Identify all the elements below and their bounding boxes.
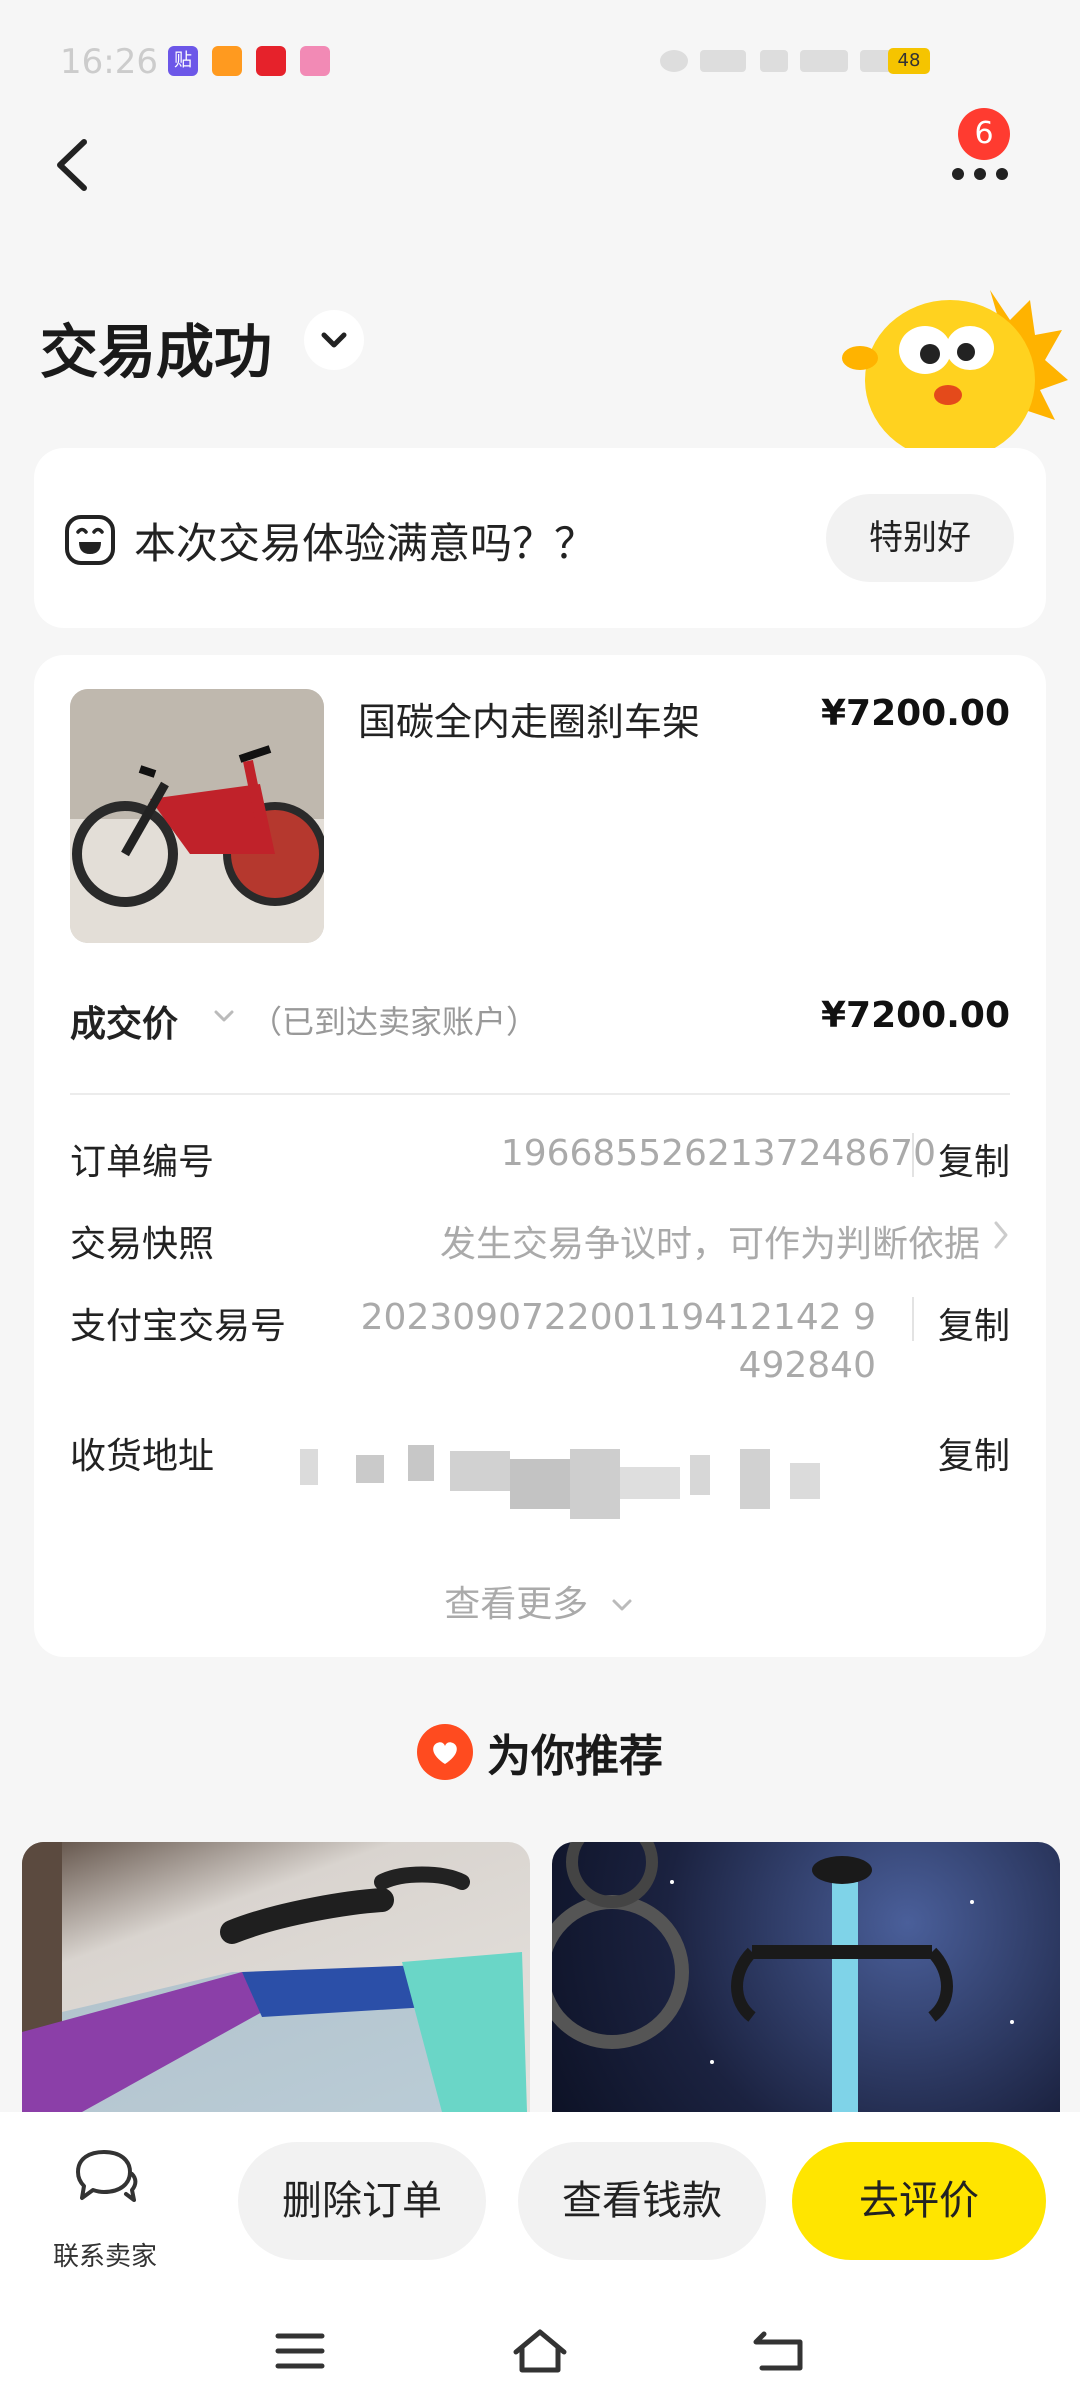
- copy-separator: [912, 1133, 914, 1177]
- contact-seller-button[interactable]: 联系卖家: [40, 2142, 170, 2272]
- survey-question: 本次交易体验满意吗？？: [134, 519, 597, 568]
- write-review-button[interactable]: 去评价: [792, 2142, 1046, 2260]
- tieba-app-icon: 贴: [168, 46, 198, 76]
- title-expand-button[interactable]: [304, 310, 364, 370]
- pixelated-address: [300, 1445, 920, 1535]
- red-app-icon: [256, 46, 286, 76]
- chevron-down-icon[interactable]: [210, 1007, 238, 1027]
- chevron-right-icon[interactable]: [990, 1217, 1012, 1253]
- divider: [70, 1093, 1010, 1095]
- battery-icon: 48: [888, 48, 930, 74]
- satisfaction-survey-card: 本次交易体验满意吗？？ 特别好: [34, 448, 1046, 628]
- product-price: ¥7200.00: [820, 693, 1010, 734]
- copy-address-button[interactable]: 复制: [938, 1427, 1010, 1479]
- signal-icon: [800, 50, 848, 72]
- chevron-left-icon: [57, 139, 87, 191]
- recommend-item-2-image[interactable]: [552, 1842, 1060, 2112]
- deal-price-row: 成交价 （已到达卖家账户） ¥7200.00: [70, 995, 1010, 1045]
- bicycle-photo: [70, 689, 324, 943]
- chevron-down-icon: [612, 1599, 632, 1611]
- copy-order-number-button[interactable]: 复制: [938, 1133, 1010, 1185]
- copy-separator: [912, 1297, 914, 1341]
- deal-price-value: ¥7200.00: [820, 995, 1010, 1036]
- home-icon[interactable]: [510, 2324, 570, 2378]
- heart-app-icon: [212, 46, 242, 76]
- contact-seller-label: 联系卖家: [52, 2242, 157, 2272]
- alipay-trade-value-line1: 202309072200119412142 9: [360, 1297, 876, 1338]
- product-title[interactable]: 国碳全内走圈刹车架: [358, 691, 700, 746]
- order-number-value: 1966855262137248670: [500, 1133, 936, 1174]
- see-more-label: 查看更多: [444, 1584, 589, 1625]
- view-payment-button[interactable]: 查看钱款: [518, 2142, 766, 2260]
- recommend-title: 为你推荐: [487, 1731, 663, 1782]
- see-more-button[interactable]: 查看更多: [34, 1575, 1046, 1627]
- product-image[interactable]: [70, 689, 324, 943]
- trade-snapshot-label: 交易快照: [70, 1224, 215, 1265]
- order-detail-card: 国碳全内走圈刹车架 ¥7200.00 成交价 （已到达卖家账户） ¥7200.0…: [34, 655, 1046, 1657]
- circle-status-icon: [660, 50, 688, 72]
- more-dots-icon: [940, 168, 1020, 180]
- recommend-header: 为你推荐: [0, 1720, 1080, 1790]
- system-navigation-bar: [0, 2312, 1080, 2392]
- chevron-down-icon: [321, 332, 347, 348]
- order-number-label: 订单编号: [70, 1142, 215, 1183]
- notification-badge: 6: [958, 108, 1010, 160]
- deal-price-note: （已到达卖家账户）: [250, 1003, 539, 1041]
- recommend-item-1-image[interactable]: [22, 1842, 530, 2112]
- satisfaction-answer-button[interactable]: 特别好: [826, 494, 1014, 582]
- shipping-address-label: 收货地址: [70, 1436, 215, 1477]
- heart-icon: [417, 1724, 473, 1780]
- network-speed-icon: [700, 50, 746, 72]
- mascot-fish-image: [842, 290, 1068, 450]
- menu-icon[interactable]: [270, 2324, 330, 2378]
- status-time: 16:26: [60, 42, 158, 82]
- sim-icon: [760, 50, 788, 72]
- page-title: 交易成功: [40, 318, 273, 386]
- alipay-trade-value-line2: 492840: [738, 1345, 876, 1386]
- trade-snapshot-value[interactable]: 发生交易争议时，可作为判断依据: [440, 1215, 980, 1267]
- deal-price-label[interactable]: 成交价: [70, 995, 178, 1047]
- bottom-action-bar: 联系卖家 删除订单 查看钱款 去评价: [0, 2112, 1080, 2400]
- cat-app-icon: [300, 46, 330, 76]
- back-button[interactable]: [48, 130, 98, 200]
- smiley-face-icon: [65, 515, 115, 565]
- status-bar: 16:26 贴 48: [0, 0, 1080, 120]
- copy-alipay-number-button[interactable]: 复制: [938, 1297, 1010, 1349]
- chat-bubble-icon: [76, 2150, 138, 2202]
- delete-order-button[interactable]: 删除订单: [238, 2142, 486, 2260]
- alipay-trade-label: 支付宝交易号: [70, 1306, 287, 1347]
- back-nav-icon[interactable]: [750, 2324, 810, 2378]
